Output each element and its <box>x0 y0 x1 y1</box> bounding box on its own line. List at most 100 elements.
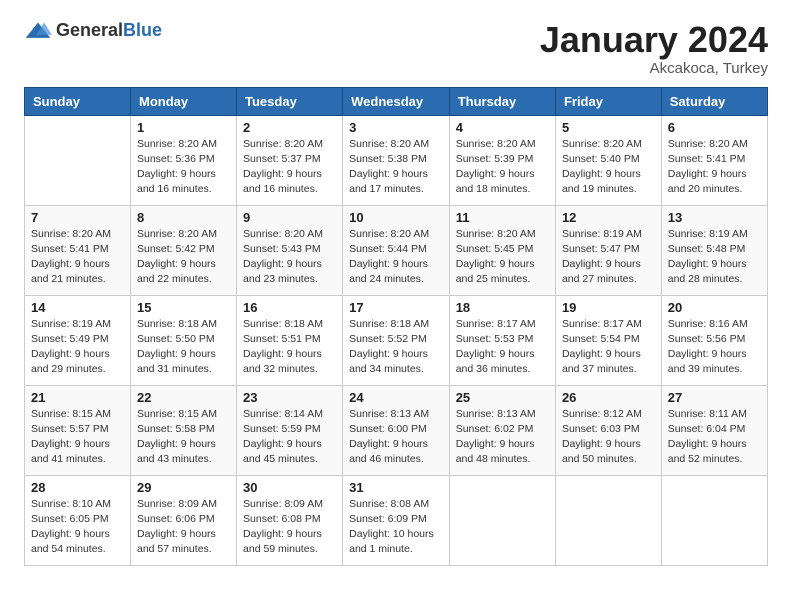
day-number: 10 <box>349 210 443 225</box>
day-info: Sunrise: 8:20 AM Sunset: 5:41 PM Dayligh… <box>31 227 124 288</box>
day-info: Sunrise: 8:16 AM Sunset: 5:56 PM Dayligh… <box>668 317 761 378</box>
calendar-cell: 14Sunrise: 8:19 AM Sunset: 5:49 PM Dayli… <box>25 295 131 385</box>
calendar-cell: 9 Sunrise: 8:20 AM Sunset: 5:43 PM Daylig… <box>237 205 343 295</box>
day-number: 7 <box>31 210 124 225</box>
day-number: 24 <box>349 390 443 405</box>
logo-icon <box>24 21 52 41</box>
day-info: Sunrise: 8:20 AM Sunset: 5:42 PM Dayligh… <box>137 227 230 288</box>
day-info: Sunrise: 8:20 AM Sunset: 5:37 PM Dayligh… <box>243 137 336 198</box>
day-info: Sunrise: 8:09 AM Sunset: 6:08 PM Dayligh… <box>243 497 336 558</box>
day-number: 20 <box>668 300 761 315</box>
day-info: Sunrise: 8:10 AM Sunset: 6:05 PM Dayligh… <box>31 497 124 558</box>
logo-general-text: General <box>56 20 123 40</box>
calendar-cell: 7 Sunrise: 8:20 AM Sunset: 5:41 PM Daylig… <box>25 205 131 295</box>
day-number: 26 <box>562 390 655 405</box>
day-number: 4 <box>456 120 549 135</box>
calendar-cell: 5 Sunrise: 8:20 AM Sunset: 5:40 PM Daylig… <box>555 115 661 205</box>
calendar-cell: 13 Sunrise: 8:19 AM Sunset: 5:48 PM Dayli… <box>661 205 767 295</box>
calendar-cell: 21 Sunrise: 8:15 AM Sunset: 5:57 PM Dayli… <box>25 385 131 475</box>
calendar-cell <box>661 475 767 565</box>
calendar-cell: 17 Sunrise: 8:18 AM Sunset: 5:52 PM Dayli… <box>343 295 450 385</box>
calendar-cell: 16Sunrise: 8:18 AM Sunset: 5:51 PM Dayli… <box>237 295 343 385</box>
day-number: 1 <box>137 120 230 135</box>
calendar-cell: 24 Sunrise: 8:13 AM Sunset: 6:00 PM Dayli… <box>343 385 450 475</box>
day-number: 21 <box>31 390 124 405</box>
location-subtitle: Akcakoca, Turkey <box>540 60 768 77</box>
calendar-cell: 22 Sunrise: 8:15 AM Sunset: 5:58 PM Dayli… <box>130 385 236 475</box>
calendar-cell: 27Sunrise: 8:11 AM Sunset: 6:04 PM Dayli… <box>661 385 767 475</box>
calendar-cell: 26 Sunrise: 8:12 AM Sunset: 6:03 PM Dayli… <box>555 385 661 475</box>
day-number: 23 <box>243 390 336 405</box>
day-info: Sunrise: 8:17 AM Sunset: 5:53 PM Dayligh… <box>456 317 549 378</box>
day-number: 17 <box>349 300 443 315</box>
logo: GeneralBlue <box>24 20 162 41</box>
day-number: 28 <box>31 480 124 495</box>
day-info: Sunrise: 8:20 AM Sunset: 5:38 PM Dayligh… <box>349 137 443 198</box>
column-header-monday: Monday <box>130 87 236 115</box>
day-info: Sunrise: 8:20 AM Sunset: 5:40 PM Dayligh… <box>562 137 655 198</box>
day-number: 2 <box>243 120 336 135</box>
day-number: 27 <box>668 390 761 405</box>
calendar-cell: 15Sunrise: 8:18 AM Sunset: 5:50 PM Dayli… <box>130 295 236 385</box>
column-header-thursday: Thursday <box>449 87 555 115</box>
title-block: January 2024 Akcakoca, Turkey <box>540 20 768 77</box>
day-info: Sunrise: 8:15 AM Sunset: 5:57 PM Dayligh… <box>31 407 124 468</box>
calendar-cell <box>555 475 661 565</box>
day-info: Sunrise: 8:20 AM Sunset: 5:43 PM Dayligh… <box>243 227 336 288</box>
column-header-saturday: Saturday <box>661 87 767 115</box>
day-info: Sunrise: 8:14 AM Sunset: 5:59 PM Dayligh… <box>243 407 336 468</box>
page-header: GeneralBlue January 2024 Akcakoca, Turke… <box>24 20 768 77</box>
calendar-cell: 31Sunrise: 8:08 AM Sunset: 6:09 PM Dayli… <box>343 475 450 565</box>
day-number: 8 <box>137 210 230 225</box>
day-info: Sunrise: 8:19 AM Sunset: 5:47 PM Dayligh… <box>562 227 655 288</box>
calendar-week-row: 1Sunrise: 8:20 AM Sunset: 5:36 PM Daylig… <box>25 115 768 205</box>
day-info: Sunrise: 8:18 AM Sunset: 5:50 PM Dayligh… <box>137 317 230 378</box>
day-number: 9 <box>243 210 336 225</box>
calendar-cell: 18 Sunrise: 8:17 AM Sunset: 5:53 PM Dayli… <box>449 295 555 385</box>
column-header-wednesday: Wednesday <box>343 87 450 115</box>
calendar-cell: 4Sunrise: 8:20 AM Sunset: 5:39 PM Daylig… <box>449 115 555 205</box>
day-number: 13 <box>668 210 761 225</box>
day-number: 30 <box>243 480 336 495</box>
calendar-header-row: SundayMondayTuesdayWednesdayThursdayFrid… <box>25 87 768 115</box>
calendar-table: SundayMondayTuesdayWednesdayThursdayFrid… <box>24 87 768 566</box>
day-info: Sunrise: 8:20 AM Sunset: 5:44 PM Dayligh… <box>349 227 443 288</box>
day-info: Sunrise: 8:15 AM Sunset: 5:58 PM Dayligh… <box>137 407 230 468</box>
day-info: Sunrise: 8:17 AM Sunset: 5:54 PM Dayligh… <box>562 317 655 378</box>
day-number: 19 <box>562 300 655 315</box>
day-info: Sunrise: 8:13 AM Sunset: 6:02 PM Dayligh… <box>456 407 549 468</box>
calendar-cell: 6Sunrise: 8:20 AM Sunset: 5:41 PM Daylig… <box>661 115 767 205</box>
day-number: 31 <box>349 480 443 495</box>
calendar-cell: 11Sunrise: 8:20 AM Sunset: 5:45 PM Dayli… <box>449 205 555 295</box>
day-info: Sunrise: 8:18 AM Sunset: 5:51 PM Dayligh… <box>243 317 336 378</box>
calendar-cell: 20 Sunrise: 8:16 AM Sunset: 5:56 PM Dayli… <box>661 295 767 385</box>
day-info: Sunrise: 8:20 AM Sunset: 5:45 PM Dayligh… <box>456 227 549 288</box>
calendar-week-row: 14Sunrise: 8:19 AM Sunset: 5:49 PM Dayli… <box>25 295 768 385</box>
calendar-week-row: 7 Sunrise: 8:20 AM Sunset: 5:41 PM Daylig… <box>25 205 768 295</box>
calendar-cell: 2 Sunrise: 8:20 AM Sunset: 5:37 PM Daylig… <box>237 115 343 205</box>
calendar-cell: 19 Sunrise: 8:17 AM Sunset: 5:54 PM Dayli… <box>555 295 661 385</box>
day-number: 18 <box>456 300 549 315</box>
day-info: Sunrise: 8:13 AM Sunset: 6:00 PM Dayligh… <box>349 407 443 468</box>
column-header-friday: Friday <box>555 87 661 115</box>
calendar-week-row: 28 Sunrise: 8:10 AM Sunset: 6:05 PM Dayli… <box>25 475 768 565</box>
calendar-cell: 30 Sunrise: 8:09 AM Sunset: 6:08 PM Dayli… <box>237 475 343 565</box>
calendar-cell: 3Sunrise: 8:20 AM Sunset: 5:38 PM Daylig… <box>343 115 450 205</box>
calendar-week-row: 21 Sunrise: 8:15 AM Sunset: 5:57 PM Dayli… <box>25 385 768 475</box>
day-info: Sunrise: 8:18 AM Sunset: 5:52 PM Dayligh… <box>349 317 443 378</box>
day-info: Sunrise: 8:20 AM Sunset: 5:41 PM Dayligh… <box>668 137 761 198</box>
calendar-cell: 23 Sunrise: 8:14 AM Sunset: 5:59 PM Dayli… <box>237 385 343 475</box>
month-year-title: January 2024 <box>540 20 768 60</box>
logo-blue-text: Blue <box>123 20 162 40</box>
day-number: 5 <box>562 120 655 135</box>
day-number: 25 <box>456 390 549 405</box>
calendar-cell: 25 Sunrise: 8:13 AM Sunset: 6:02 PM Dayli… <box>449 385 555 475</box>
column-header-tuesday: Tuesday <box>237 87 343 115</box>
calendar-cell <box>25 115 131 205</box>
column-header-sunday: Sunday <box>25 87 131 115</box>
day-info: Sunrise: 8:19 AM Sunset: 5:48 PM Dayligh… <box>668 227 761 288</box>
calendar-cell: 28 Sunrise: 8:10 AM Sunset: 6:05 PM Dayli… <box>25 475 131 565</box>
day-number: 29 <box>137 480 230 495</box>
day-info: Sunrise: 8:12 AM Sunset: 6:03 PM Dayligh… <box>562 407 655 468</box>
day-number: 22 <box>137 390 230 405</box>
